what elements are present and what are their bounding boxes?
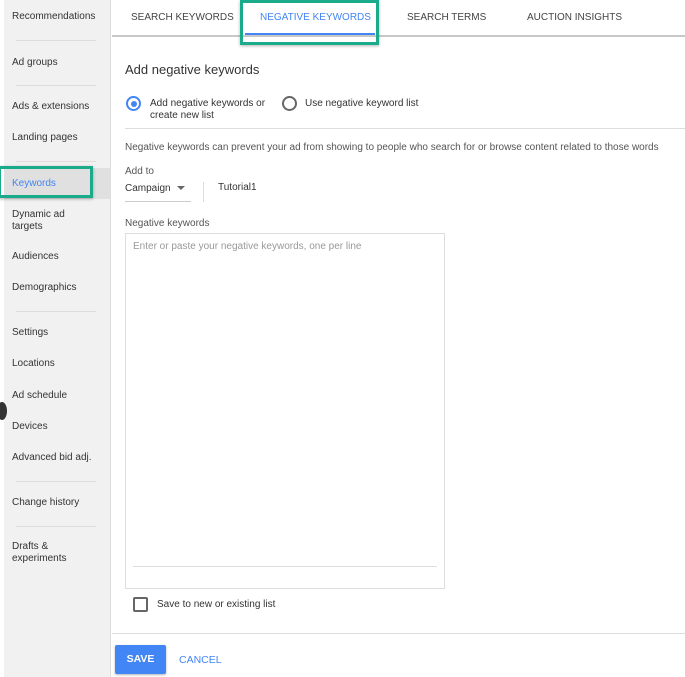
description-text: Negative keywords can prevent your ad fr… [125,142,659,153]
add-to-dropdown[interactable]: Campaign [125,180,191,202]
divider [16,161,96,162]
textarea-underline [133,566,437,567]
sidebar-item-advanced-bid-adj[interactable]: Advanced bid adj. [12,452,107,464]
save-to-list-label: Save to new or existing list [157,599,276,610]
divider [16,40,96,41]
sidebar-item-drafts-experiments[interactable]: Drafts & experiments [12,541,72,565]
sidebar-item-change-history[interactable]: Change history [12,497,107,509]
textarea-placeholder: Enter or paste your negative keywords, o… [133,241,362,252]
radio-use-list-label: Use negative keyword list [305,98,419,109]
cancel-button[interactable]: CANCEL [179,654,222,666]
sidebar-item-dynamic-ad-targets[interactable]: Dynamic ad targets [12,209,82,233]
divider [16,526,96,527]
radio-dot [130,100,137,107]
sidebar-item-landing-pages[interactable]: Landing pages [12,132,107,144]
divider [125,128,685,129]
divider [16,85,96,86]
sidebar-item-ad-schedule[interactable]: Ad schedule [12,390,107,402]
divider [112,633,685,634]
form-title: Add negative keywords [125,62,260,77]
radio-add-negative-keywords-label: Add negative keywords or create new list [150,98,266,121]
radio-add-negative-keywords[interactable] [126,96,141,111]
sidebar-item-ads-extensions[interactable]: Ads & extensions [12,101,107,113]
save-to-list-checkbox[interactable] [133,597,148,612]
highlight-box [0,166,93,198]
tab-search-keywords[interactable]: SEARCH KEYWORDS [131,12,234,23]
radio-use-negative-keyword-list[interactable] [282,96,297,111]
add-to-label: Add to [125,166,154,177]
tab-search-terms[interactable]: SEARCH TERMS [407,12,486,23]
sidebar-item-ad-groups[interactable]: Ad groups [12,57,107,69]
sidebar-item-recommendations[interactable]: Recommendations [12,11,107,23]
campaign-name: Tutorial1 [218,182,257,193]
sidebar-item-demographics[interactable]: Demographics [12,282,107,294]
negative-keywords-textarea[interactable]: Enter or paste your negative keywords, o… [125,233,445,589]
sidebar-item-devices[interactable]: Devices [12,421,107,433]
dropdown-arrow-icon [177,186,185,190]
sidebar-item-audiences[interactable]: Audiences [12,251,107,263]
save-button[interactable]: SAVE [115,645,166,674]
negative-keywords-label: Negative keywords [125,218,210,229]
divider [203,182,204,202]
sidebar-item-locations[interactable]: Locations [12,358,107,370]
sidebar: Recommendations Ad groups Ads & extensio… [4,0,111,677]
sidebar-item-settings[interactable]: Settings [12,327,107,339]
divider [16,481,96,482]
highlight-box [240,0,379,45]
tab-auction-insights[interactable]: AUCTION INSIGHTS [527,12,622,23]
add-to-value: Campaign [125,183,171,194]
divider [16,311,96,312]
tab-bar: SEARCH KEYWORDS NEGATIVE KEYWORDS SEARCH… [112,0,685,37]
